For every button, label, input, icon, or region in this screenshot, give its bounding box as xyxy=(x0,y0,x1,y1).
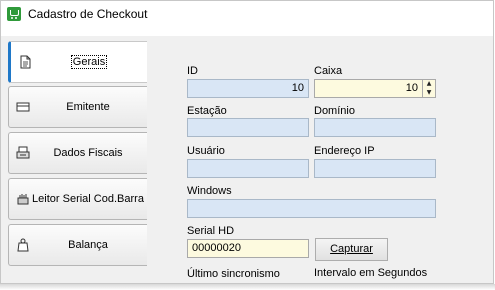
checkout-window: Cadastro de Checkout Gerais Emitente Dad… xyxy=(0,0,494,284)
tab-balanca[interactable]: Balança xyxy=(8,224,147,266)
estacao-field[interactable] xyxy=(187,118,309,137)
tab-gerais[interactable]: Gerais xyxy=(8,41,147,83)
document-icon xyxy=(18,55,32,69)
caixa-field[interactable]: 10 ▲ ▼ xyxy=(314,79,436,98)
windows-field[interactable] xyxy=(187,199,436,218)
form-panel: ID 10 Caixa 10 ▲ ▼ Estação Domínio Usuár… xyxy=(151,36,493,283)
spin-up-icon[interactable]: ▲ xyxy=(423,79,435,88)
ip-field[interactable] xyxy=(314,159,436,178)
tab-label-emitente: Emitente xyxy=(66,101,110,113)
title-bar: Cadastro de Checkout xyxy=(1,1,493,29)
usuario-field[interactable] xyxy=(187,159,309,178)
capturar-label: Capturar xyxy=(330,243,373,255)
tab-label-leitor-serial: Leitor Serial Cod.Barra xyxy=(32,193,144,205)
intervalo-label: Intervalo em Segundos xyxy=(314,267,428,279)
window-title: Cadastro de Checkout xyxy=(28,7,148,21)
fiscal-printer-icon xyxy=(16,146,30,160)
window-shadow xyxy=(0,284,495,290)
barcode-reader-icon xyxy=(16,192,30,206)
sync-label: Último sincronismo xyxy=(187,268,280,280)
caixa-value: 10 xyxy=(405,82,418,94)
serial-label: Serial HD xyxy=(187,225,235,237)
card-icon xyxy=(16,100,30,114)
tab-label-dados-fiscais: Dados Fiscais xyxy=(53,147,123,159)
tab-label-gerais: Gerais xyxy=(70,55,108,69)
tab-leitor-serial[interactable]: Leitor Serial Cod.Barra xyxy=(8,178,147,220)
caixa-label: Caixa xyxy=(314,65,343,77)
cart-icon xyxy=(7,7,21,21)
estacao-label: Estação xyxy=(187,105,227,117)
capturar-button[interactable]: Capturar xyxy=(315,238,388,261)
tab-label-balanca: Balança xyxy=(68,239,108,251)
serial-field[interactable]: 00000020 xyxy=(187,239,309,258)
id-label: ID xyxy=(187,65,198,77)
windows-label: Windows xyxy=(187,185,232,197)
caixa-spinner[interactable]: ▲ ▼ xyxy=(422,79,435,98)
ip-label: Endereço IP xyxy=(314,145,375,157)
dominio-label: Domínio xyxy=(314,105,355,117)
scale-icon xyxy=(16,238,30,252)
tab-emitente[interactable]: Emitente xyxy=(8,86,147,128)
dominio-field[interactable] xyxy=(314,118,436,137)
id-field[interactable]: 10 xyxy=(187,79,309,98)
usuario-label: Usuário xyxy=(187,145,225,157)
spin-down-icon[interactable]: ▼ xyxy=(423,88,435,97)
tab-dados-fiscais[interactable]: Dados Fiscais xyxy=(8,132,147,174)
